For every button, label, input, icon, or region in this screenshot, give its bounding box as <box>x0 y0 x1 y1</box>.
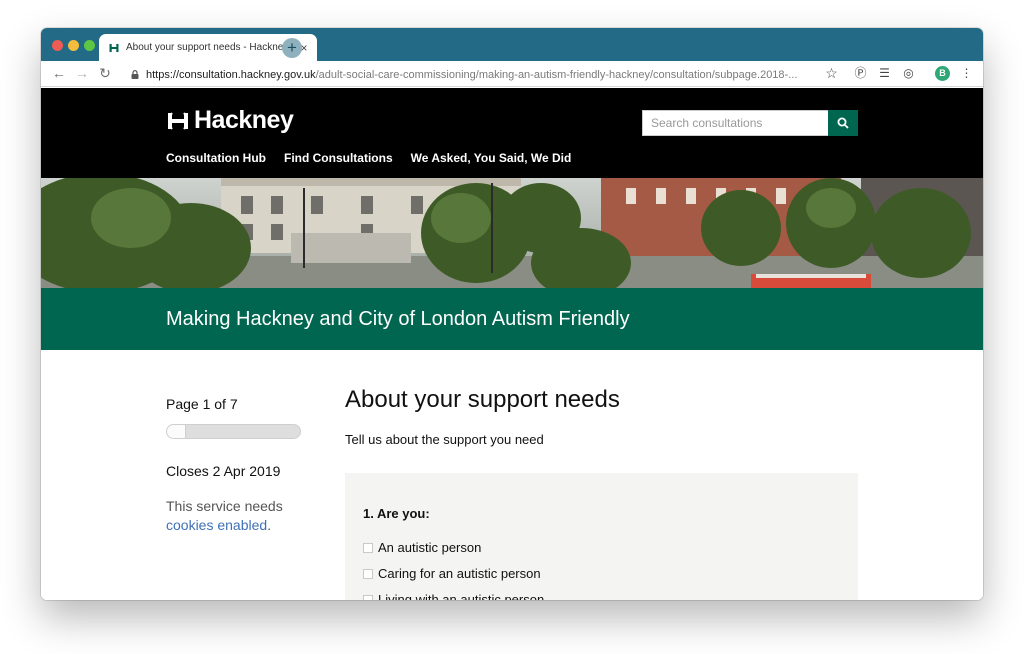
option-autistic-person[interactable]: An autistic person <box>363 540 481 555</box>
checkbox[interactable] <box>363 594 373 600</box>
browser-menu-icon[interactable]: ⋮ <box>959 66 974 81</box>
logo-text: Hackney <box>194 106 294 134</box>
hackney-logo-mark-icon <box>168 111 188 130</box>
layers-extension-icon[interactable]: ☰ <box>877 66 892 81</box>
browser-toolbar: ← → ↻ https://consultation.hackney.gov.u… <box>41 61 983 87</box>
option-living-with[interactable]: Living with an autistic person <box>363 592 544 600</box>
question-card: 1. Are you: An autistic person Caring fo… <box>345 473 858 600</box>
question-label: 1. Are you: <box>363 506 430 521</box>
maximize-window-button[interactable] <box>84 40 95 51</box>
nav-we-asked[interactable]: We Asked, You Said, We Did <box>411 151 572 165</box>
title-bar: About your support needs - Hackney × + <box>41 28 983 61</box>
main-nav: Consultation Hub Find Consultations We A… <box>166 151 571 165</box>
cookie-text: This service needs <box>166 498 283 514</box>
hackney-town-hall-photo <box>41 178 983 288</box>
main-content: Page 1 of 7 Closes 2 Apr 2019 This servi… <box>41 350 983 600</box>
reload-icon[interactable]: ↻ <box>97 65 113 81</box>
profile-avatar[interactable]: B <box>935 66 950 81</box>
browser-window: About your support needs - Hackney × + ←… <box>41 28 983 600</box>
cookies-enabled-link[interactable]: cookies enabled <box>166 517 267 533</box>
page-counter: Page 1 of 7 <box>166 396 238 412</box>
nav-consultation-hub[interactable]: Consultation Hub <box>166 151 266 165</box>
consultation-title: Making Hackney and City of London Autism… <box>166 308 630 330</box>
url-path: /adult-social-care-commissioning/making-… <box>315 68 798 81</box>
progress-fill <box>167 425 186 438</box>
lock-icon <box>131 70 139 79</box>
option-label: Living with an autistic person <box>378 592 545 600</box>
nav-find-consultations[interactable]: Find Consultations <box>284 151 393 165</box>
bookmark-star-icon[interactable]: ☆ <box>824 66 839 81</box>
hackney-logo[interactable]: Hackney <box>166 106 294 135</box>
option-label: An autistic person <box>378 540 482 555</box>
address-bar[interactable]: https://consultation.hackney.gov.uk/adul… <box>131 67 821 82</box>
minimize-window-button[interactable] <box>68 40 79 51</box>
option-caring-for[interactable]: Caring for an autistic person <box>363 566 541 581</box>
checkbox[interactable] <box>363 542 373 553</box>
search-icon <box>837 117 849 129</box>
forward-icon[interactable]: → <box>74 65 90 81</box>
site-header: Hackney Search consultations Consultatio… <box>41 88 983 178</box>
hackney-favicon-icon <box>109 43 119 52</box>
new-tab-button[interactable]: + <box>282 38 302 58</box>
search-input[interactable]: Search consultations <box>642 110 829 136</box>
checkbox[interactable] <box>363 568 373 579</box>
page-heading: About your support needs <box>345 386 620 413</box>
page-intro: Tell us about the support you need <box>345 432 544 447</box>
cookie-suffix: . <box>267 517 272 533</box>
progress-bar <box>166 424 301 439</box>
back-icon[interactable]: ← <box>51 65 67 81</box>
wappalyzer-extension-icon[interactable]: ◎ <box>901 66 916 81</box>
consultation-banner: Making Hackney and City of London Autism… <box>41 288 983 350</box>
cookie-notice: This service needs cookies enabled. <box>166 497 306 535</box>
search-button[interactable] <box>828 110 858 136</box>
hero-image <box>41 178 983 288</box>
password-manager-icon[interactable]: Ⓟ <box>853 66 868 81</box>
option-label: Caring for an autistic person <box>378 566 541 581</box>
tab-title: About your support needs - Hackney <box>126 42 289 53</box>
close-window-button[interactable] <box>52 40 63 51</box>
url-host: https://consultation.hackney.gov.uk <box>146 68 316 81</box>
closing-date: Closes 2 Apr 2019 <box>166 463 281 479</box>
